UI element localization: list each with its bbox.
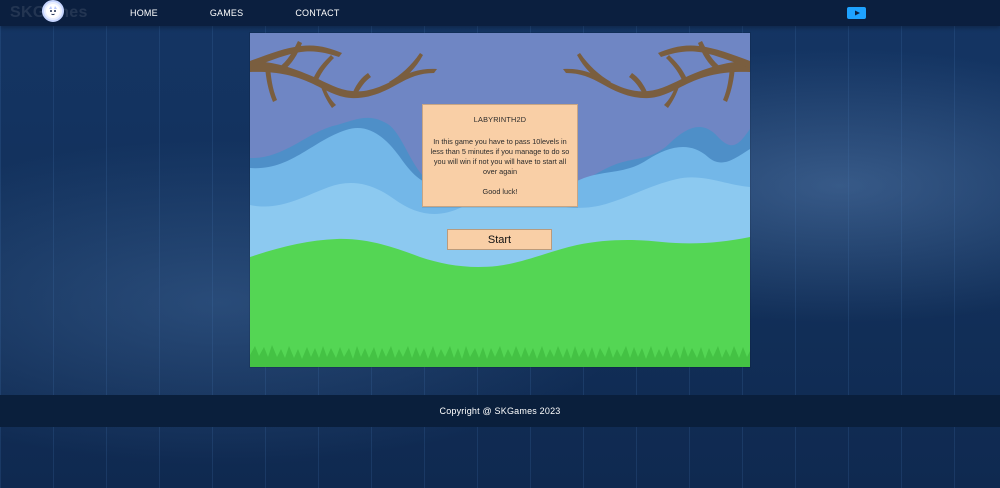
logo-icon[interactable] <box>42 0 64 22</box>
nav-games[interactable]: GAMES <box>210 8 244 18</box>
game-description: In this game you have to pass 10levels i… <box>430 137 570 176</box>
game-canvas: LABYRINTH2D In this game you have to pas… <box>250 33 750 367</box>
game-description-panel: LABYRINTH2D In this game you have to pas… <box>422 104 578 207</box>
copyright-text: Copyright @ SKGames 2023 <box>439 406 561 416</box>
good-luck-text: Good luck! <box>482 187 518 196</box>
nav-contact[interactable]: CONTACT <box>295 8 339 18</box>
page: SKGames HOME GAMES CONTACT <box>0 0 1000 488</box>
nav-home[interactable]: HOME <box>130 8 158 18</box>
footer: Copyright @ SKGames 2023 <box>0 395 1000 427</box>
youtube-icon[interactable] <box>847 7 866 19</box>
start-button[interactable]: Start <box>447 229 552 250</box>
top-navigation-bar: SKGames HOME GAMES CONTACT <box>0 0 1000 26</box>
game-title: LABYRINTH2D <box>473 115 527 124</box>
main-nav: HOME GAMES CONTACT <box>130 0 392 26</box>
